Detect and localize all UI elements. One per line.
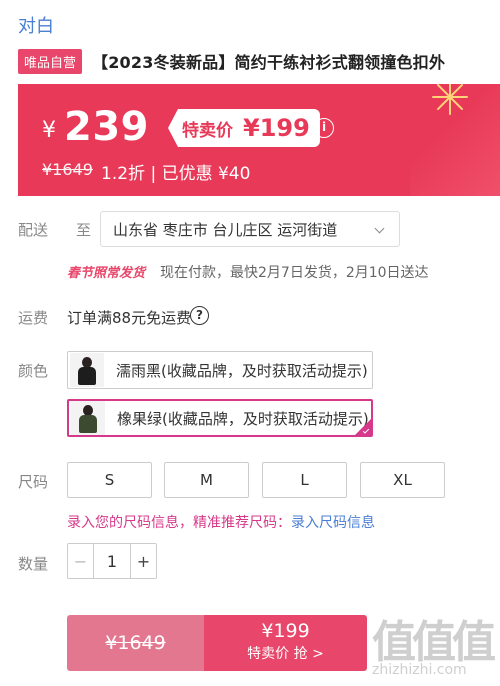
color-label: 颜色 xyxy=(18,362,49,380)
size-option-l[interactable]: L xyxy=(262,462,347,498)
color-thumbnail-black xyxy=(70,353,104,387)
watermark-logo: 值值值 zhizhizhi.com xyxy=(372,606,500,686)
chevron-down-icon xyxy=(374,223,385,234)
watermark-glyphs: 值值值 xyxy=(372,617,496,668)
size-option-m[interactable]: M xyxy=(164,462,249,498)
help-icon[interactable]: ? xyxy=(190,306,209,325)
size-label: 尺码 xyxy=(18,473,49,491)
festival-shipping-badge: 春节照常发货 xyxy=(67,266,146,281)
size-option-xl[interactable]: XL xyxy=(360,462,445,498)
watermark-url: zhizhizhi.com xyxy=(372,662,467,678)
delivery-schedule: 现在付款，最快2月7日发货，2月10日送达 xyxy=(160,265,429,281)
color-thumbnail-green xyxy=(71,401,105,435)
flash-buy-button[interactable]: ¥199 特卖价 抢 > xyxy=(204,615,367,671)
product-title-row: 唯品自营 【2023冬装新品】简约干练衬衫式翻领撞色扣外 xyxy=(18,48,500,74)
address-value: 山东省 枣庄市 台儿庄区 运河街道 xyxy=(113,220,338,239)
product-title: 【2023冬装新品】简约干练衬衫式翻领撞色扣外 xyxy=(92,53,446,72)
size-hint: 录入您的尺码信息，精准推荐尺码：录入尺码信息 xyxy=(67,512,375,532)
original-price: ¥1649 xyxy=(42,160,93,179)
firework-icon xyxy=(430,84,470,118)
flash-sale-label: 特卖价 xyxy=(182,120,233,141)
discount-info: 1.2折 | 已优惠 ¥40 xyxy=(101,164,251,184)
flash-sale-tag: 特卖价 ¥199 xyxy=(168,109,320,147)
freight-text: 订单满88元免运费 xyxy=(67,309,192,327)
currency-symbol: ¥ xyxy=(42,118,56,143)
delivery-label: 配送 xyxy=(18,221,49,239)
buy-original-price: ¥1649 xyxy=(105,632,166,654)
quantity-label: 数量 xyxy=(18,555,49,573)
flash-sale-price: ¥199 xyxy=(243,114,310,142)
original-price-button[interactable]: ¥1649 xyxy=(67,615,204,671)
freight-label: 运费 xyxy=(18,309,49,327)
quantity-stepper: − 1 + xyxy=(67,543,157,579)
quantity-minus-button[interactable]: − xyxy=(68,544,94,578)
buy-label: 特卖价 抢 > xyxy=(247,646,324,662)
color-option-green[interactable]: 橡果绿(收藏品牌，及时获取活动提示) xyxy=(67,399,373,437)
size-hint-text: 录入您的尺码信息，精准推荐尺码： xyxy=(67,515,291,531)
brand-link[interactable]: 对白 xyxy=(18,12,54,38)
color-option-label: 橡果绿(收藏品牌，及时获取活动提示) xyxy=(117,409,369,428)
color-option-black[interactable]: 濡雨黑(收藏品牌，及时获取活动提示) xyxy=(67,351,373,389)
size-entry-link[interactable]: 录入尺码信息 xyxy=(291,515,375,531)
address-select[interactable]: 山东省 枣庄市 台儿庄区 运河街道 xyxy=(100,211,400,247)
main-price: 239 xyxy=(64,104,149,150)
self-operated-badge: 唯品自营 xyxy=(18,48,83,74)
quantity-value[interactable]: 1 xyxy=(94,544,130,578)
quantity-plus-button[interactable]: + xyxy=(130,544,156,578)
color-option-label: 濡雨黑(收藏品牌，及时获取活动提示) xyxy=(116,361,368,380)
ship-to-label: 至 xyxy=(76,221,92,239)
size-option-s[interactable]: S xyxy=(67,462,152,498)
price-banner: ¥ 239 特卖价 ¥199 i ¥1649 1.2折 | 已优惠 ¥40 xyxy=(18,84,500,196)
info-icon[interactable]: i xyxy=(314,118,334,138)
buy-price: ¥199 xyxy=(261,620,310,642)
